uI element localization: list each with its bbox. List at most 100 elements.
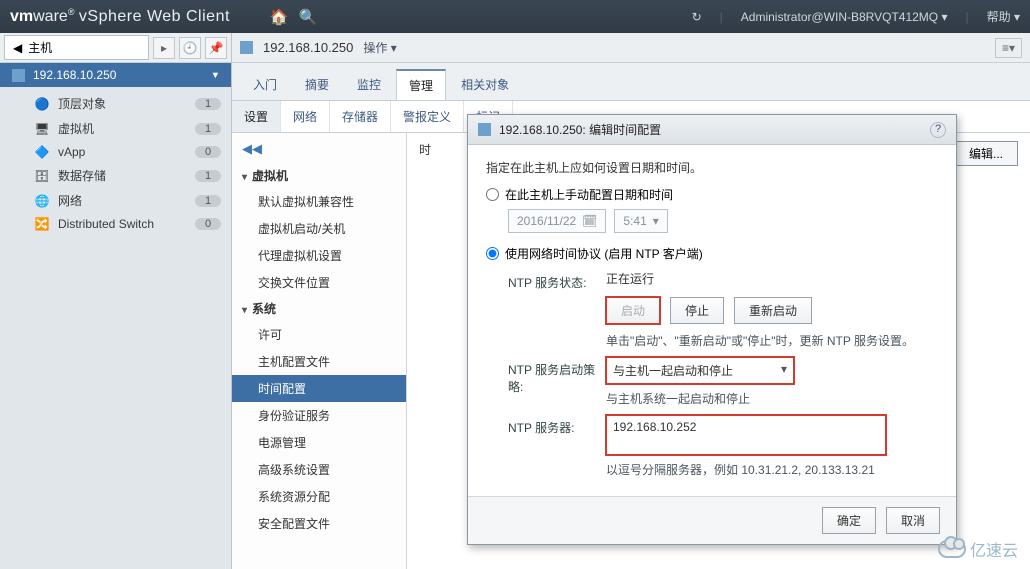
- restart-button[interactable]: 重新启动: [734, 297, 812, 324]
- nav-back-icon[interactable]: ▸: [153, 37, 175, 59]
- policy-value: 与主机一起启动和停止: [613, 362, 733, 379]
- edit-button[interactable]: 编辑...: [954, 141, 1018, 166]
- user-label: Administrator@WIN-B8RVQT412MQ: [741, 10, 938, 24]
- radio-ntp-label: 使用网络时间协议 (启用 NTP 客户端): [505, 245, 703, 262]
- startup-policy-select[interactable]: 与主机一起启动和停止 ▾: [606, 357, 794, 384]
- tree-item[interactable]: 🔷vApp0: [0, 141, 231, 163]
- subtab-2[interactable]: 存储器: [330, 101, 391, 132]
- radio-manual-input[interactable]: [486, 188, 499, 201]
- actions-label: 操作: [363, 41, 387, 55]
- count-badge: 1: [195, 195, 221, 207]
- tree-root-ip: 192.168.10.250: [33, 68, 205, 82]
- settings-item[interactable]: 交换文件位置: [232, 269, 406, 296]
- panel-toggle-icon[interactable]: ≡▾: [995, 38, 1022, 58]
- tree-item[interactable]: 🔵 顶层对象 1: [0, 91, 231, 116]
- settings-item[interactable]: 代理虚拟机设置: [232, 242, 406, 269]
- subtab-1[interactable]: 网络: [281, 101, 330, 132]
- tab-2[interactable]: 监控: [344, 69, 394, 100]
- dialog-titlebar[interactable]: 192.168.10.250: 编辑时间配置 ?: [468, 115, 956, 145]
- subtab-3[interactable]: 警报定义: [391, 101, 464, 132]
- brand-client: vSphere Web Client: [79, 8, 230, 25]
- host-icon: [12, 69, 25, 82]
- settings-section-header[interactable]: 系统: [232, 296, 406, 321]
- tree-item[interactable]: 🗄数据存储1: [0, 163, 231, 188]
- tree-item-label: 网络: [58, 192, 82, 209]
- tree-item-icon: 🗄: [34, 169, 50, 183]
- help-menu[interactable]: 帮助 ▾: [987, 8, 1020, 25]
- help-label: 帮助: [987, 10, 1011, 24]
- nav-pin-icon[interactable]: 📌: [205, 37, 227, 59]
- tab-4[interactable]: 相关对象: [448, 69, 522, 100]
- settings-item[interactable]: 身份验证服务: [232, 402, 406, 429]
- settings-item[interactable]: 高级系统设置: [232, 456, 406, 483]
- settings-item[interactable]: 主机配置文件: [232, 348, 406, 375]
- user-menu[interactable]: Administrator@WIN-B8RVQT412MQ ▾: [741, 10, 948, 24]
- time-input[interactable]: 5:41 ▾: [614, 209, 667, 233]
- tree-item-label: 数据存储: [58, 167, 106, 184]
- search-icon[interactable]: 🔍: [299, 8, 318, 26]
- tab-1[interactable]: 摘要: [292, 69, 342, 100]
- calendar-icon: 🗓: [582, 214, 597, 228]
- ntp-servers-input[interactable]: 192.168.10.252: [606, 415, 886, 455]
- tree-item-icon: 🔵: [34, 97, 50, 111]
- brand-reg: ®: [68, 7, 75, 17]
- radio-manual[interactable]: 在此主机上手动配置日期和时间: [486, 186, 938, 203]
- tree-item-icon: 🔷: [34, 145, 50, 159]
- count-badge: 1: [195, 98, 221, 110]
- help-icon[interactable]: ?: [930, 122, 946, 138]
- tree-item-label: 虚拟机: [58, 120, 94, 137]
- settings-item[interactable]: 安全配置文件: [232, 510, 406, 537]
- object-header: 192.168.10.250 操作 ▾ ≡▾: [232, 33, 1030, 63]
- nav-history-icon[interactable]: 🕘: [179, 37, 201, 59]
- count-badge: 1: [195, 123, 221, 135]
- settings-item[interactable]: 许可: [232, 321, 406, 348]
- start-button[interactable]: 启动: [606, 297, 660, 324]
- ntp-note: 单击"启动"、"重新启动"或"停止"时，更新 NTP 服务设置。: [606, 332, 938, 349]
- tree-item-label: 顶层对象: [58, 95, 106, 112]
- breadcrumb-box[interactable]: ◀ 主机: [4, 35, 149, 60]
- ok-button[interactable]: 确定: [822, 507, 876, 534]
- brand-ware: ware: [33, 8, 68, 25]
- tree-root[interactable]: 192.168.10.250 ▸: [0, 63, 231, 87]
- actions-menu[interactable]: 操作 ▾: [363, 39, 396, 56]
- tab-3[interactable]: 管理: [396, 69, 446, 100]
- home-icon[interactable]: 🏠: [270, 8, 289, 26]
- settings-item[interactable]: 虚拟机启动/关机: [232, 215, 406, 242]
- section-title: 时: [419, 141, 431, 160]
- breadcrumb-bar: ◀ 主机 ▸ 🕘 📌: [0, 33, 231, 63]
- time-value: 5:41: [623, 214, 646, 228]
- edit-time-dialog: 192.168.10.250: 编辑时间配置 ? 指定在此主机上应如何设置日期和…: [467, 114, 957, 545]
- tree-item[interactable]: 🖥虚拟机1: [0, 116, 231, 141]
- servers-label: NTP 服务器:: [486, 415, 606, 436]
- settings-item[interactable]: 默认虚拟机兼容性: [232, 188, 406, 215]
- radio-ntp[interactable]: 使用网络时间协议 (启用 NTP 客户端): [486, 245, 938, 262]
- tab-0[interactable]: 入门: [240, 69, 290, 100]
- settings-section-header[interactable]: 虚拟机: [232, 163, 406, 188]
- refresh-icon[interactable]: ↻: [692, 10, 702, 24]
- settings-item[interactable]: 系统资源分配: [232, 483, 406, 510]
- cloud-icon: [938, 540, 966, 558]
- collapse-nav-button[interactable]: ◀◀: [232, 139, 406, 163]
- stop-button[interactable]: 停止: [670, 297, 724, 324]
- host-icon: [240, 41, 253, 54]
- tree-item-icon: 🔀: [34, 217, 50, 231]
- dialog-title: 192.168.10.250: 编辑时间配置: [499, 121, 661, 138]
- radio-ntp-input[interactable]: [486, 247, 499, 260]
- tree-item[interactable]: 🌐网络1: [0, 188, 231, 213]
- settings-item[interactable]: 时间配置: [232, 375, 406, 402]
- inventory-tree: 🔵顶层对象1🖥虚拟机1🔷vApp0🗄数据存储1🌐网络1🔀Distributed …: [0, 87, 231, 239]
- chevron-right-icon: ▸: [210, 72, 223, 78]
- tree-item[interactable]: 🔀Distributed Switch0: [0, 213, 231, 235]
- ntp-status-label: NTP 服务状态:: [486, 270, 606, 291]
- cancel-button[interactable]: 取消: [886, 507, 940, 534]
- subtab-0[interactable]: 设置: [232, 101, 281, 132]
- chevron-down-icon: ▾: [781, 362, 787, 379]
- brand-vm: vm: [10, 8, 33, 25]
- top-bar: vmware® vSphere Web Client 🏠 🔍 ↻ | Admin…: [0, 0, 1030, 33]
- date-input[interactable]: 2016/11/22 🗓: [508, 209, 606, 233]
- dialog-intro: 指定在此主机上应如何设置日期和时间。: [486, 159, 938, 176]
- settings-item[interactable]: 电源管理: [232, 429, 406, 456]
- count-badge: 0: [195, 146, 221, 158]
- primary-tabs: 入门摘要监控管理相关对象: [232, 63, 1030, 101]
- watermark: 亿速云: [938, 537, 1018, 561]
